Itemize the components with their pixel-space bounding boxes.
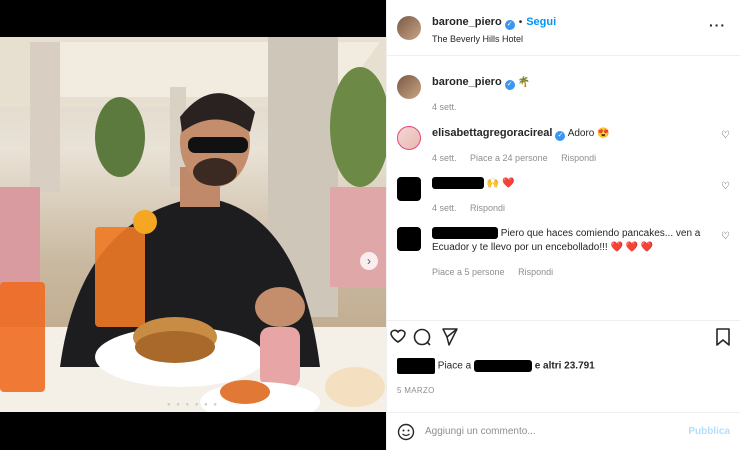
post-photo[interactable]: › ● ● ● ● ● ● [0, 37, 386, 412]
publish-button[interactable]: Pubblica [688, 426, 730, 437]
comment-time: 4 sett. [432, 203, 457, 213]
comment-time: 4 sett. [432, 153, 457, 163]
action-icons [390, 328, 730, 346]
comment-text: 🙌 ❤️ [486, 178, 515, 189]
likes-summary: Piace a e altri 23.791 [397, 358, 595, 374]
caption-username[interactable]: barone_piero [432, 76, 502, 88]
bookmark-icon[interactable] [716, 328, 730, 346]
avatar[interactable] [397, 75, 421, 99]
likes-count[interactable]: e altri 23.791 [535, 361, 595, 372]
follow-button[interactable]: Segui [526, 16, 556, 28]
post-sidebar: barone_piero ✓ • Segui The Beverly Hills Ho… [386, 0, 740, 450]
comment-input[interactable] [425, 426, 689, 437]
reply-button[interactable]: Rispondi [470, 203, 505, 213]
more-icon[interactable]: ··· [709, 17, 726, 33]
emoji-icon[interactable] [397, 423, 415, 441]
reply-button[interactable]: Rispondi [518, 267, 553, 277]
carousel-dots: ● ● ● ● ● ● [166, 402, 220, 408]
heart-icon[interactable]: ♡ [721, 231, 730, 242]
avatar[interactable] [397, 177, 421, 201]
avatar[interactable] [397, 15, 421, 40]
redacted-username [432, 227, 498, 240]
post-username[interactable]: barone_piero [432, 16, 502, 28]
comment-username[interactable]: elisabettagregoracireal [432, 127, 552, 139]
list-item: Piero que haces comiendo pancakes... ven… [387, 227, 740, 279]
redacted-avatar [397, 358, 435, 374]
separator-dot: • [518, 16, 523, 28]
avatar[interactable] [397, 126, 421, 150]
comment-likes[interactable]: Piace a 24 persone [470, 153, 548, 163]
reply-button[interactable]: Rispondi [561, 153, 596, 163]
heart-icon[interactable] [390, 329, 406, 343]
verified-icon: ✓ [504, 19, 515, 30]
likes-prefix: Piace a [437, 360, 472, 372]
heart-icon[interactable]: ♡ [721, 130, 730, 141]
heart-icon[interactable]: ♡ [721, 181, 730, 192]
caption-text: 🌴 [517, 77, 530, 88]
photo-illustration [0, 37, 386, 412]
redacted-username [432, 177, 484, 190]
comment-icon[interactable] [413, 328, 431, 346]
post-header: barone_piero ✓ • Segui The Beverly Hills Ho… [387, 0, 740, 56]
post-modal: › ● ● ● ● ● ● barone_piero ✓ • Segui The Be… [0, 0, 740, 450]
verified-icon: ✓ [555, 131, 566, 141]
caption-time: 4 sett. [432, 102, 457, 112]
avatar[interactable] [397, 227, 421, 251]
caption: barone_piero ✓ 🌴 4 sett. [387, 75, 740, 114]
comments-list[interactable]: barone_piero ✓ 🌴 4 sett. elisabettagregor… [387, 57, 740, 312]
add-comment-bar: Pubblica [387, 412, 740, 450]
post-location[interactable]: The Beverly Hills Hotel [432, 34, 556, 44]
comment-likes[interactable]: Piace a 5 persone [432, 267, 505, 277]
redacted-username [473, 360, 532, 372]
verified-icon: ✓ [504, 80, 515, 90]
action-bar [387, 320, 740, 350]
list-item: 🙌 ❤️ 4 sett. Rispondi ♡ [387, 177, 740, 215]
next-photo-button[interactable]: › [360, 252, 378, 270]
share-icon[interactable] [442, 328, 458, 346]
list-item: elisabettagregoracireal ✓ Adoro 😍 4 sett.… [387, 126, 740, 165]
post-media: › ● ● ● ● ● ● [0, 0, 386, 450]
comment-text: Adoro 😍 [567, 128, 610, 139]
post-date: 5 MARZO [397, 386, 435, 395]
